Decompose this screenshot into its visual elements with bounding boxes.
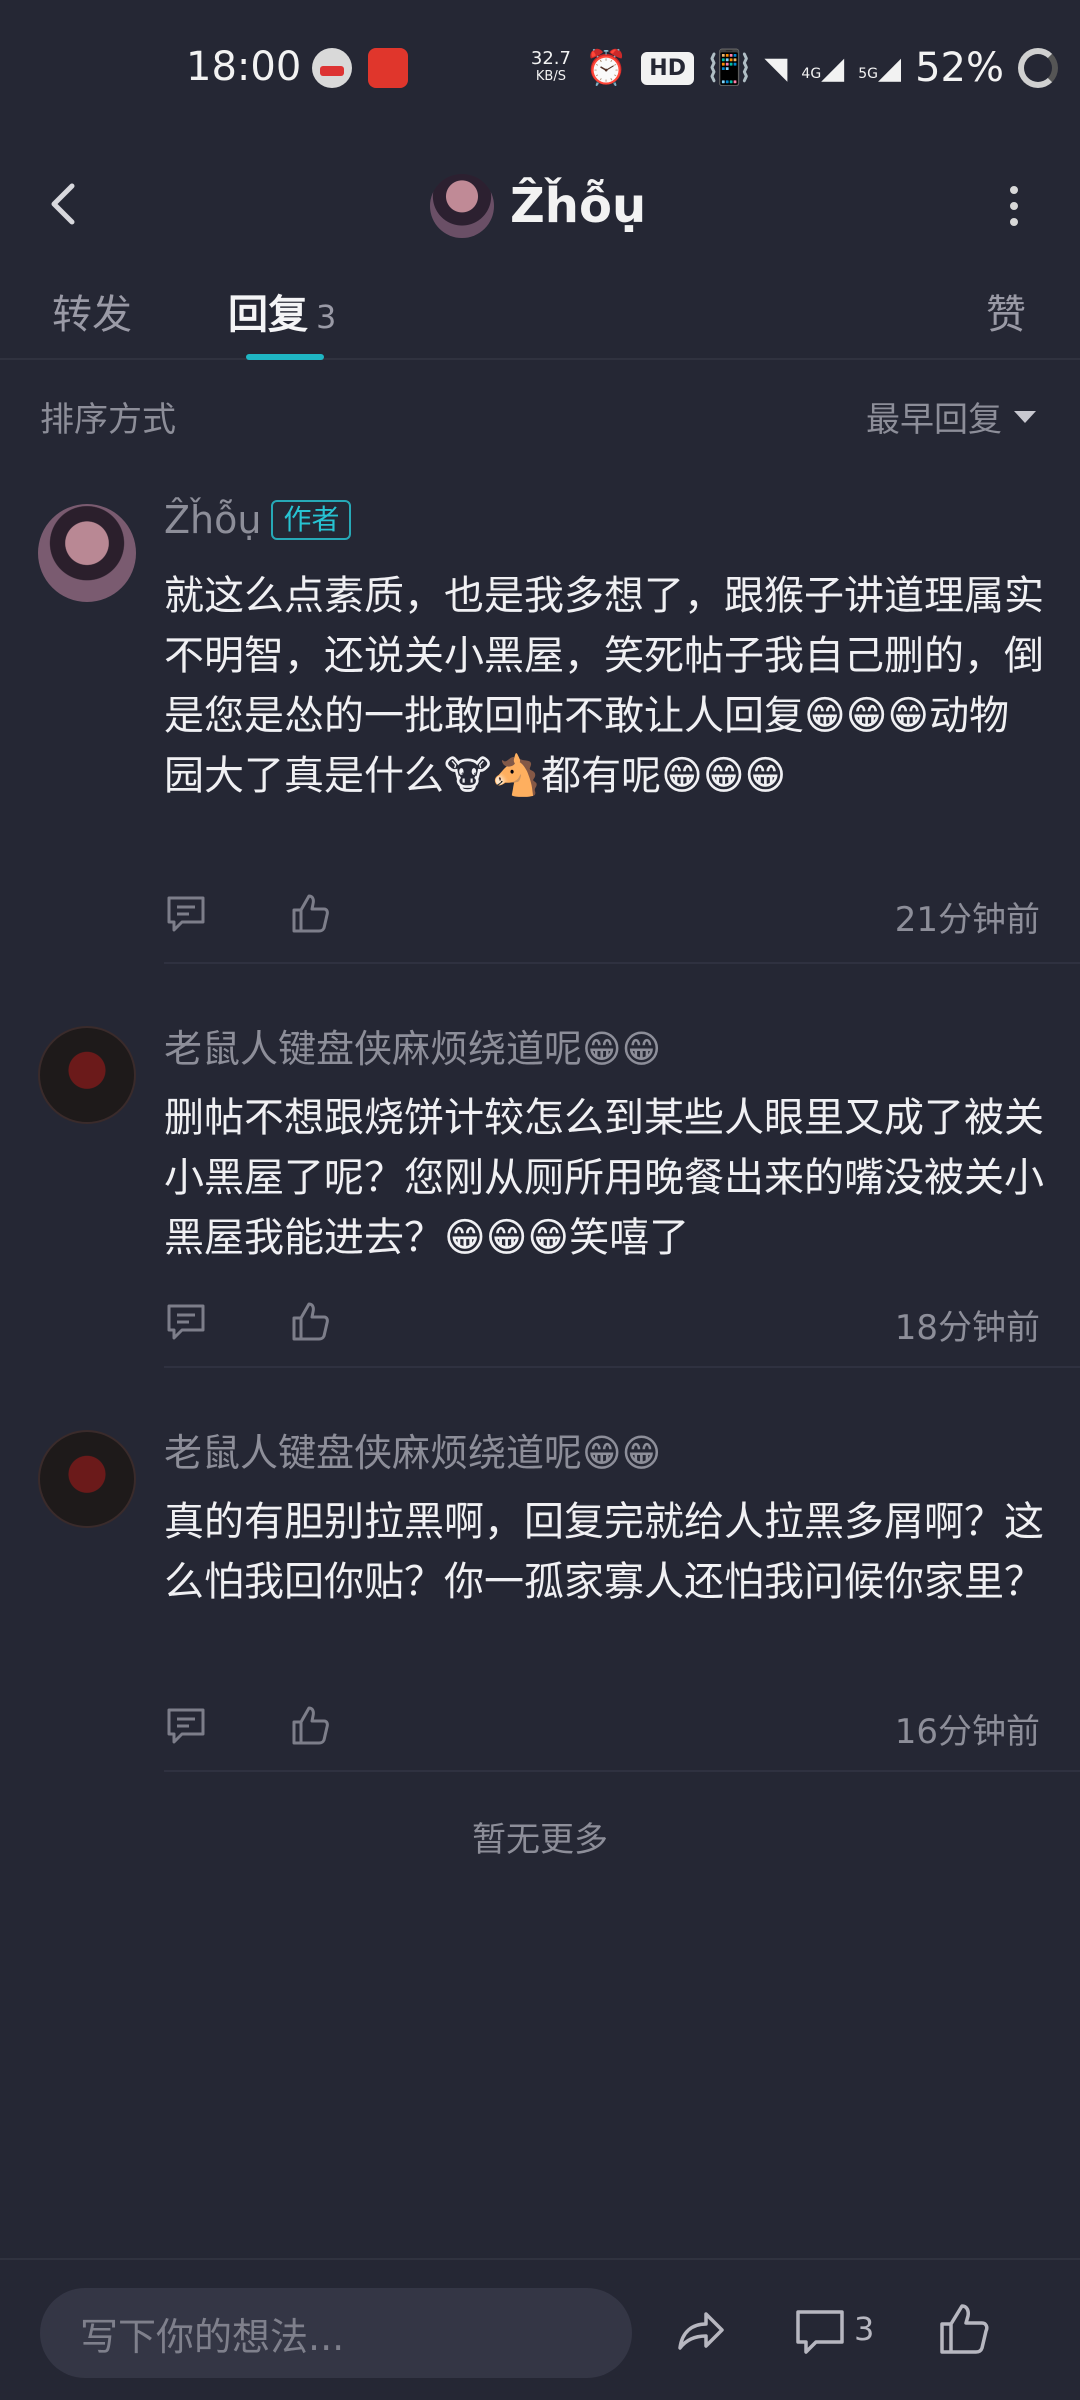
comment-input[interactable]: 写下你的想法... xyxy=(40,2288,632,2378)
avatar[interactable] xyxy=(38,1430,136,1528)
chevron-left-icon xyxy=(51,183,75,225)
thumbs-up-icon xyxy=(292,1706,329,1745)
comment-count: 3 xyxy=(854,2310,875,2348)
notification-app-icon xyxy=(312,48,352,88)
tab-like[interactable]: 赞 xyxy=(986,282,1026,340)
page-title: Ẑȟỗụ xyxy=(510,178,647,234)
comment-author-name: 老鼠人键盘侠麻烦绕道呢😁😁 xyxy=(164,1431,662,1475)
comment-author-name: 老鼠人键盘侠麻烦绕道呢😁😁 xyxy=(164,1027,662,1071)
comment-author[interactable]: Ẑȟỗụ 作者 xyxy=(164,498,352,542)
comment-text: 真的有胆别拉黑啊，回复完就给人拉黑多屑啊？这么怕我回你贴？你一孤家寡人还怕我问候… xyxy=(164,1499,1044,1605)
comment-author-name: Ẑȟỗụ xyxy=(164,498,262,542)
comment-text: 删帖不想跟烧饼计较怎么到某些人眼里又成了被关小黑屋了呢？您刚从厕所用晚餐出来的嘴… xyxy=(164,1095,1044,1261)
comment-icon xyxy=(167,896,205,932)
comment-icon xyxy=(167,1708,205,1744)
comment-time: 21分钟前 xyxy=(894,900,1040,940)
status-bar: 18:00 32.7 KB/S ⏰ HD 📳 ◥ 4G◢ 5G◢ 52% xyxy=(0,0,1080,140)
divider xyxy=(164,1770,1080,1772)
share-button[interactable] xyxy=(672,2304,728,2360)
status-time: 18:00 xyxy=(186,44,302,90)
signal-4g-icon: 4G◢ xyxy=(801,50,845,86)
comment-item: 老鼠人键盘侠麻烦绕道呢😁😁 删帖不想跟烧饼计较怎么到某些人眼里又成了被关小黑屋了… xyxy=(0,1012,1080,1368)
bottom-action-bar: 写下你的想法... 3 xyxy=(0,2258,1080,2400)
author-badge: 作者 xyxy=(271,500,352,540)
comment-actions: 21分钟前 xyxy=(164,886,1040,946)
reply-button[interactable] xyxy=(164,1300,208,1344)
comment-item: 老鼠人键盘侠麻烦绕道呢😁😁 真的有胆别拉黑啊，回复完就给人拉黑多屑啊？这么怕我回… xyxy=(0,1416,1080,1772)
hd-badge: HD xyxy=(641,51,694,85)
reply-button[interactable] xyxy=(164,1704,208,1748)
sort-row: 排序方式 最早回复 xyxy=(0,362,1080,462)
alarm-icon: ⏰ xyxy=(584,48,628,88)
tab-bar: 转发 回复 3 赞 xyxy=(0,270,1080,360)
comments-button[interactable] xyxy=(792,2304,848,2360)
thumbs-up-icon xyxy=(292,894,329,933)
like-button[interactable] xyxy=(288,1704,332,1748)
back-button[interactable] xyxy=(36,174,96,234)
comment-text: 就这么点素质，也是我多想了，跟猴子讲道理属实不明智，还说关小黑屋，笑死帖子我自己… xyxy=(164,573,1044,799)
thumbs-up-icon xyxy=(940,2304,989,2354)
tab-forward[interactable]: 转发 xyxy=(52,282,132,340)
like-button[interactable] xyxy=(288,1300,332,1344)
vibrate-icon: 📳 xyxy=(707,48,751,88)
battery-ring-icon xyxy=(1018,48,1058,88)
wifi-icon: ◥ xyxy=(764,50,788,86)
thumbs-up-icon xyxy=(292,1302,329,1341)
divider xyxy=(164,962,1080,964)
avatar[interactable] xyxy=(430,174,494,238)
reply-button[interactable] xyxy=(164,892,208,936)
comment-time: 16分钟前 xyxy=(894,1712,1040,1752)
more-menu-button[interactable] xyxy=(984,176,1044,236)
tab-reply[interactable]: 回复 3 xyxy=(228,282,336,340)
tab-reply-count: 3 xyxy=(316,298,337,336)
like-button[interactable] xyxy=(936,2302,992,2358)
comment-item: Ẑȟỗụ 作者 就这么点素质，也是我多想了，跟猴子讲道理属实不明智，还说关小黑屋… xyxy=(0,490,1080,965)
avatar[interactable] xyxy=(38,1026,136,1124)
tab-indicator xyxy=(246,354,324,360)
comment-icon xyxy=(167,1304,205,1340)
comment-icon xyxy=(796,2310,844,2354)
comment-time: 18分钟前 xyxy=(894,1308,1040,1348)
comment-author[interactable]: 老鼠人键盘侠麻烦绕道呢😁😁 xyxy=(164,1018,661,1073)
network-speed: 32.7 KB/S xyxy=(530,48,571,85)
sort-value: 最早回复 xyxy=(866,400,1002,440)
comment-author[interactable]: 老鼠人键盘侠麻烦绕道呢😁😁 xyxy=(164,1422,661,1477)
sort-label: 排序方式 xyxy=(40,400,176,440)
avatar[interactable] xyxy=(38,504,136,602)
comment-actions: 18分钟前 xyxy=(164,1294,1040,1354)
comment-actions: 16分钟前 xyxy=(164,1698,1040,1758)
more-vert-icon xyxy=(1010,186,1018,194)
like-button[interactable] xyxy=(288,892,332,936)
status-indicators: 32.7 KB/S ⏰ HD 📳 ◥ 4G◢ 5G◢ 52% xyxy=(531,36,1058,100)
caret-down-icon xyxy=(1014,410,1036,423)
thread-author[interactable]: Ẑȟỗụ xyxy=(430,146,646,266)
battery-percent: 52% xyxy=(915,45,1004,91)
no-more-text: 暂无更多 xyxy=(472,1820,608,1860)
signal-5g-icon: 5G◢ xyxy=(858,50,902,86)
top-app-bar: Ẑȟỗụ xyxy=(0,140,1080,270)
comment-input-placeholder: 写下你的想法... xyxy=(80,2314,345,2359)
share-icon xyxy=(678,2312,724,2350)
sort-dropdown[interactable]: 最早回复 xyxy=(866,392,1036,441)
tab-reply-label: 回复 xyxy=(228,292,308,338)
divider xyxy=(164,1366,1080,1368)
notification-app-icon-2 xyxy=(368,48,408,88)
